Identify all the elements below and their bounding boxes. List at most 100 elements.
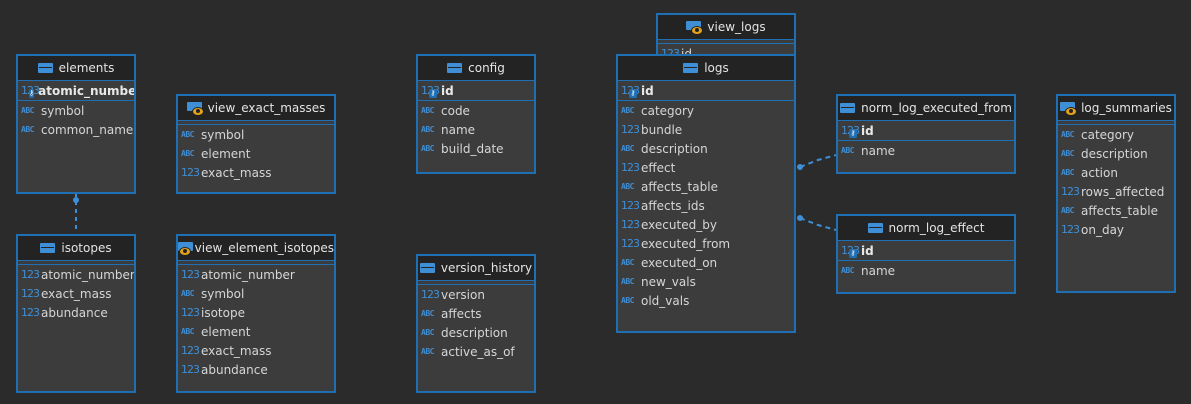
column-row[interactable]: ABC affects: [418, 304, 534, 323]
column-row[interactable]: 123 exact_mass: [178, 163, 334, 182]
numeric-type-icon: 123: [621, 199, 640, 212]
table-icon: [867, 223, 883, 233]
entity-header[interactable]: isotopes: [18, 236, 134, 261]
primary-key-section: 123⚷id: [618, 81, 794, 101]
text-type-icon: ABC: [1061, 168, 1074, 177]
column-row[interactable]: 123 exact_mass: [178, 341, 334, 360]
entity-header[interactable]: log_summaries: [1058, 96, 1174, 121]
entity-norm_log_effect[interactable]: norm_log_effect123⚷idABCname: [836, 214, 1016, 294]
text-type-icon: ABC: [421, 144, 434, 153]
entity-title: norm_log_executed_from: [861, 101, 1012, 115]
table-icon: [419, 263, 435, 273]
entity-header[interactable]: norm_log_executed_from: [838, 96, 1014, 121]
column-row[interactable]: 123⚷id: [618, 81, 794, 100]
column-row[interactable]: 123 version: [418, 285, 534, 304]
entity-version_history[interactable]: version_history 123 version ABC affects ABC de…: [416, 254, 536, 393]
column-row[interactable]: ABC affects_table: [1058, 201, 1174, 220]
column-row[interactable]: 123 exact_mass: [18, 284, 134, 303]
entity-header[interactable]: view_logs: [658, 15, 794, 40]
column-row[interactable]: ABC symbol: [178, 284, 334, 303]
column-row[interactable]: 123 abundance: [18, 303, 134, 322]
column-row[interactable]: 123⚷id: [838, 241, 1014, 260]
column-name: affects_ids: [641, 198, 705, 213]
entity-header[interactable]: config: [418, 56, 534, 81]
column-name: version: [441, 287, 485, 302]
entity-config[interactable]: config123⚷idABCcodeABCnameABCbuild_date: [416, 54, 536, 174]
column-row[interactable]: ABC executed_on: [618, 253, 794, 272]
column-row[interactable]: 123 executed_by: [618, 215, 794, 234]
column-name: element: [201, 324, 251, 339]
columns-section: ABC name: [838, 141, 1014, 160]
column-name: on_day: [1081, 222, 1125, 237]
column-row[interactable]: 123 abundance: [178, 360, 334, 379]
text-type-icon: ABC: [181, 327, 194, 336]
primary-key-section: 123⚷id: [838, 121, 1014, 141]
entity-view_logs[interactable]: view_logs 123 id: [656, 13, 796, 58]
column-row[interactable]: ABC code: [418, 101, 534, 120]
numeric-type-icon: 123: [181, 166, 200, 179]
view-icon: [186, 102, 204, 116]
column-row[interactable]: ABC symbol: [18, 101, 134, 120]
column-row[interactable]: 123 bundle: [618, 120, 794, 139]
column-row[interactable]: ABC common_name: [18, 120, 134, 139]
entity-header[interactable]: norm_log_effect: [838, 216, 1014, 241]
column-row[interactable]: ABC description: [418, 323, 534, 342]
text-type-icon: ABC: [181, 130, 194, 139]
column-row[interactable]: ABC active_as_of: [418, 342, 534, 361]
column-row[interactable]: 123 atomic_number: [178, 265, 334, 284]
entity-isotopes[interactable]: isotopes 123 atomic_number 123 exact_mass 123…: [16, 234, 136, 393]
column-row[interactable]: ABC category: [1058, 125, 1174, 144]
entity-header[interactable]: elements: [18, 56, 134, 81]
column-row[interactable]: 123 affects_ids: [618, 196, 794, 215]
column-row[interactable]: 123⚷id: [418, 81, 534, 100]
column-row[interactable]: ABC name: [418, 120, 534, 139]
column-row[interactable]: 123 effect: [618, 158, 794, 177]
text-type-icon: ABC: [181, 289, 194, 298]
entity-header[interactable]: view_element_isotopes: [178, 236, 334, 261]
column-row[interactable]: ABC new_vals: [618, 272, 794, 291]
text-type-icon: ABC: [421, 328, 434, 337]
column-name: effect: [641, 160, 676, 175]
column-row[interactable]: ABC element: [178, 322, 334, 341]
entity-log_summaries[interactable]: log_summaries ABC category ABC description AB…: [1056, 94, 1176, 293]
text-type-icon: ABC: [21, 125, 34, 134]
column-row[interactable]: ABC build_date: [418, 139, 534, 158]
columns-section: 123 atomic_number 123 exact_mass 123 abundanc…: [18, 265, 134, 322]
column-row[interactable]: ABC name: [838, 141, 1014, 160]
eye-icon: [1065, 107, 1078, 116]
column-row[interactable]: 123 on_day: [1058, 220, 1174, 239]
column-name: atomic_number: [201, 267, 295, 282]
column-name: id: [861, 123, 874, 138]
column-row[interactable]: 123 isotope: [178, 303, 334, 322]
column-row[interactable]: ABC symbol: [178, 125, 334, 144]
column-name: symbol: [201, 286, 245, 301]
column-row[interactable]: 123 executed_from: [618, 234, 794, 253]
entity-logs[interactable]: logs123⚷idABCcategory123bundleABCdescrip…: [616, 54, 796, 333]
column-name: description: [641, 141, 708, 156]
entity-elements[interactable]: elements 123⚷atomic_number ABC symbol ABC com…: [16, 54, 136, 194]
column-name: description: [1081, 146, 1148, 161]
entity-header[interactable]: logs: [618, 56, 794, 81]
column-row[interactable]: ABC affects_table: [618, 177, 794, 196]
column-row[interactable]: ABC action: [1058, 163, 1174, 182]
column-name: affects_table: [641, 179, 718, 194]
entity-header[interactable]: version_history: [418, 256, 534, 281]
entity-view_exact_masses[interactable]: view_exact_masses ABC symbol ABC element 123 e…: [176, 94, 336, 194]
column-row[interactable]: 123⚷id: [838, 121, 1014, 140]
numeric-type-icon: 123: [181, 306, 200, 319]
column-row[interactable]: ABC description: [618, 139, 794, 158]
column-row[interactable]: 123 atomic_number: [18, 265, 134, 284]
column-row[interactable]: 123 rows_affected: [1058, 182, 1174, 201]
column-row[interactable]: ABC description: [1058, 144, 1174, 163]
entity-header[interactable]: view_exact_masses: [178, 96, 334, 121]
column-row[interactable]: ABC element: [178, 144, 334, 163]
column-row[interactable]: ABC category: [618, 101, 794, 120]
entity-title: log_summaries: [1081, 101, 1172, 115]
text-type-icon: ABC: [1061, 130, 1074, 139]
entity-norm_log_executed_from[interactable]: norm_log_executed_from 123⚷idABCname: [836, 94, 1016, 174]
column-row[interactable]: ABC name: [838, 261, 1014, 280]
column-row[interactable]: ABC old_vals: [618, 291, 794, 310]
column-row[interactable]: 123⚷atomic_number: [18, 81, 134, 100]
entity-view_element_isotopes[interactable]: view_element_isotopes 123 atomic_number ABC…: [176, 234, 336, 393]
column-name: action: [1081, 165, 1118, 180]
